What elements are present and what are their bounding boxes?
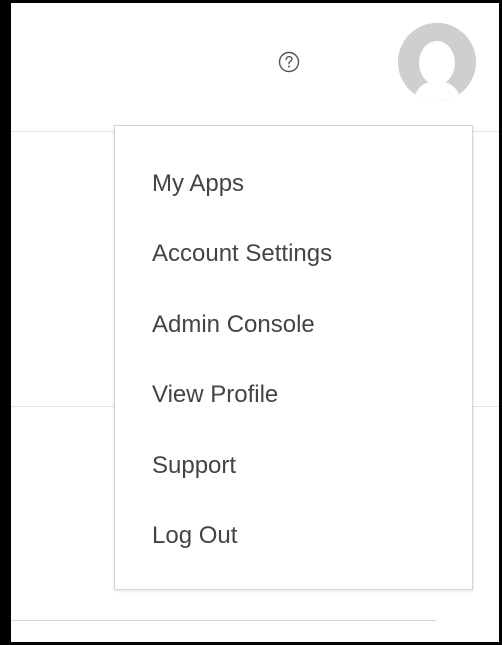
avatar[interactable]: [398, 23, 476, 101]
question-circle-icon: [278, 51, 300, 73]
menu-item-view-profile[interactable]: View Profile: [152, 377, 278, 413]
account-dropdown-menu: My Apps Account Settings Admin Console V…: [114, 125, 473, 590]
menu-item-account-settings[interactable]: Account Settings: [152, 236, 332, 272]
menu-item-log-out[interactable]: Log Out: [152, 518, 237, 554]
menu-item-my-apps[interactable]: My Apps: [152, 166, 244, 202]
menu-item-admin-console[interactable]: Admin Console: [152, 307, 315, 343]
menu-item-support[interactable]: Support: [152, 448, 236, 484]
help-icon[interactable]: [278, 51, 300, 73]
app-window: My Apps Account Settings Admin Console V…: [3, 3, 499, 642]
footer-divider: [11, 620, 436, 621]
user-silhouette-icon: [398, 23, 476, 101]
window-edge: [3, 3, 11, 642]
